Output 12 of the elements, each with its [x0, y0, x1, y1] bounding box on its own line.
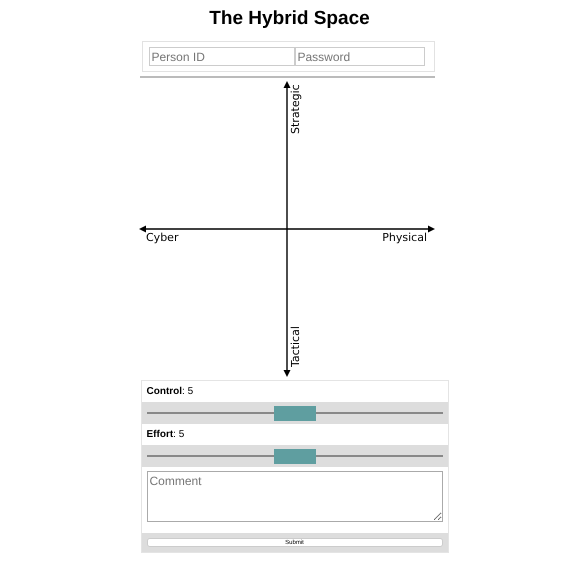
- password-field[interactable]: Password: [294, 47, 424, 66]
- page-title: The Hybrid Space: [209, 8, 370, 30]
- axis-label: Physical: [382, 231, 427, 244]
- slider-label: Effort: 5: [146, 428, 186, 442]
- person-id-field[interactable]: Person ID: [148, 47, 294, 66]
- axis-label: Strategic: [289, 84, 302, 134]
- axis-label: Cyber: [146, 231, 178, 244]
- slider-label: Control: 5: [146, 385, 194, 399]
- axis-label: Tactical: [289, 326, 302, 367]
- slider-thumb[interactable]: [274, 406, 316, 420]
- comment-field[interactable]: Comment: [146, 471, 442, 522]
- slider-thumb[interactable]: [274, 448, 316, 464]
